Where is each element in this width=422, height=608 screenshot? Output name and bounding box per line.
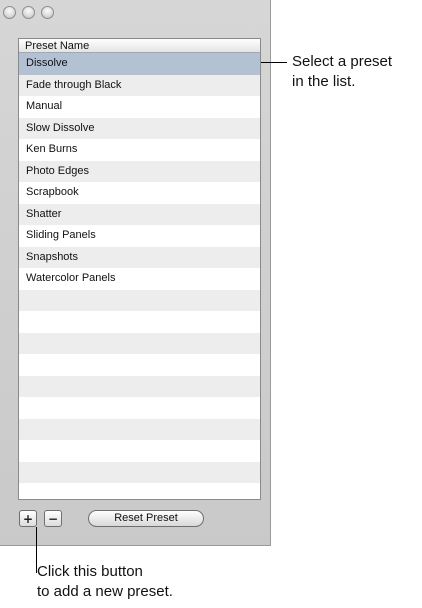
select-callout-line2: in the list. <box>292 73 356 90</box>
empty-row[interactable] <box>19 397 260 419</box>
title-bar[interactable] <box>0 0 270 26</box>
minimize-window-icon[interactable] <box>22 6 35 19</box>
empty-row[interactable] <box>19 289 260 311</box>
select-callout-text: Select a preset in the list. <box>292 52 392 92</box>
preset-list[interactable]: Preset Name Dissolve Fade through Black Ma… <box>18 38 261 500</box>
empty-row[interactable] <box>19 311 260 333</box>
empty-row[interactable] <box>19 483 260 499</box>
presets-window: Preset Name Dissolve Fade through Black Ma… <box>0 0 271 546</box>
preset-row[interactable]: Scrapbook <box>19 182 260 204</box>
preset-row[interactable]: Photo Edges <box>19 160 260 182</box>
empty-row[interactable] <box>19 418 260 440</box>
select-callout-line <box>261 62 287 63</box>
preset-row[interactable]: Sliding Panels <box>19 225 260 247</box>
preset-row[interactable]: Dissolve <box>19 53 260 75</box>
empty-row[interactable] <box>19 332 260 354</box>
empty-row[interactable] <box>19 440 260 462</box>
close-window-icon[interactable] <box>3 6 16 19</box>
remove-preset-button[interactable]: − <box>44 510 62 527</box>
preset-name-column-header[interactable]: Preset Name <box>19 39 260 53</box>
preset-row[interactable]: Fade through Black <box>19 74 260 96</box>
add-callout-text: Click this button to add a new preset. <box>37 562 173 602</box>
add-callout-line1: Click this button <box>37 563 143 580</box>
preset-row[interactable]: Snapshots <box>19 246 260 268</box>
add-preset-button[interactable]: + <box>19 510 37 527</box>
empty-row[interactable] <box>19 461 260 483</box>
preset-row[interactable]: Ken Burns <box>19 139 260 161</box>
empty-row[interactable] <box>19 354 260 376</box>
preset-row[interactable]: Slow Dissolve <box>19 117 260 139</box>
preset-row[interactable]: Shatter <box>19 203 260 225</box>
add-callout-line2: to add a new preset. <box>37 583 173 600</box>
select-callout-line1: Select a preset <box>292 53 393 70</box>
preset-row[interactable]: Manual <box>19 96 260 118</box>
zoom-window-icon[interactable] <box>41 6 54 19</box>
empty-row[interactable] <box>19 375 260 397</box>
reset-preset-button[interactable]: Reset Preset <box>88 510 204 527</box>
preset-row[interactable]: Watercolor Panels <box>19 268 260 290</box>
